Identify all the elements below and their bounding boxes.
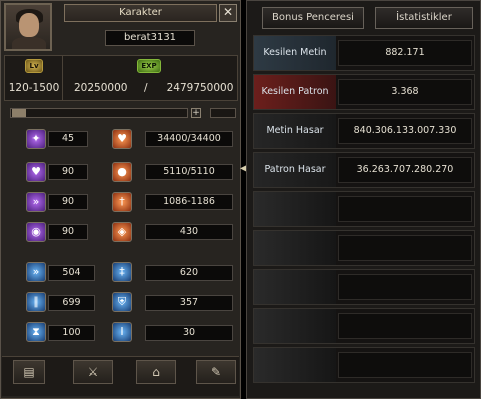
stat-cast-speed-value: 100 <box>48 325 95 341</box>
stat-move-speed-value: 699 <box>48 295 95 311</box>
tent-icon[interactable]: ⌂ <box>136 360 176 384</box>
dexterity-icon[interactable]: » <box>26 192 46 212</box>
portrait-face <box>19 13 39 37</box>
stat-row-value <box>338 235 472 261</box>
hourglass-icon: ⧗ <box>26 322 46 342</box>
exp-max: 2479750000 <box>166 82 234 94</box>
stat-defense-value: 430 <box>145 224 233 240</box>
intelligence-icon[interactable]: ◉ <box>26 222 46 242</box>
window-title[interactable]: Karakter <box>64 4 217 22</box>
evasion-icon: I <box>112 322 132 342</box>
stat-row-label <box>254 192 336 226</box>
quest-scroll-icon[interactable]: ✎ <box>196 360 236 384</box>
stat-row-label: Kesilen Metin <box>254 36 336 70</box>
stat-attack-value: 1086-1186 <box>145 194 233 210</box>
stat-sp-value: 5110/5110 <box>145 164 233 180</box>
stat-row-label: Metin Hasar <box>254 114 336 148</box>
stat-row-value: 36.263.707.280.270 <box>338 157 472 183</box>
add-stat-button[interactable]: + <box>191 108 201 118</box>
exp-separator: / <box>144 82 148 94</box>
heart-icon[interactable]: ♥ <box>26 162 46 182</box>
stat-row-label: Kesilen Patron <box>254 75 336 109</box>
stat-row-value <box>338 313 472 339</box>
stat-hp-value: 34400/34400 <box>145 131 233 147</box>
stat-magic-defense-value: 357 <box>145 295 233 311</box>
tab-bonus-window[interactable]: Bonus Penceresi <box>262 7 364 29</box>
magic-attack-icon: ‡ <box>112 262 132 282</box>
stat-row: Kesilen Patron 3.368 <box>253 74 475 110</box>
attack-speed-icon: » <box>26 262 46 282</box>
stat-row-label <box>254 309 336 343</box>
sp-icon: ● <box>112 162 132 182</box>
stat-row-empty <box>253 347 475 383</box>
character-name: berat3131 <box>105 30 195 46</box>
stat-point-bar[interactable] <box>10 108 188 118</box>
stat-row-empty <box>253 308 475 344</box>
defense-icon: ◈ <box>112 222 132 242</box>
stat-row-value <box>338 274 472 300</box>
tab-statistics[interactable]: İstatistikler <box>375 7 473 29</box>
hp-icon: ♥ <box>112 129 132 149</box>
stat-row: Metin Hasar 840.306.133.007.330 <box>253 113 475 149</box>
level-exp-divider <box>62 56 63 100</box>
stat-row-label <box>254 270 336 304</box>
strength-icon[interactable]: ✦ <box>26 129 46 149</box>
exp-icon: EXP <box>137 59 161 73</box>
exp-current: 20250000 <box>74 82 128 94</box>
stat-row: Patron Hasar 36.263.707.280.270 <box>253 152 475 188</box>
stat-intelligence-value: 90 <box>48 224 88 240</box>
stat-row-label: Patron Hasar <box>254 153 336 187</box>
stat-evasion-value: 30 <box>145 325 233 341</box>
stat-row-empty <box>253 191 475 227</box>
stat-row-empty <box>253 230 475 266</box>
stat-dexterity-value: 90 <box>48 194 88 210</box>
stat-row-label <box>254 348 336 382</box>
stat-attack-speed-value: 504 <box>48 265 95 281</box>
stat-vitality-value: 90 <box>48 164 88 180</box>
stat-row-value <box>338 352 472 378</box>
stat-point-bar-handle[interactable] <box>12 109 26 117</box>
stat-row-value <box>338 196 472 222</box>
stat-row-empty <box>253 269 475 305</box>
attack-icon: † <box>112 192 132 212</box>
stat-points-box <box>210 108 236 118</box>
level-value: 120-1500 <box>8 82 60 94</box>
crossed-swords-icon[interactable]: ⚔ <box>73 360 113 384</box>
portrait-body <box>12 37 46 49</box>
move-speed-icon: ∥ <box>26 292 46 312</box>
level-icon: Lv <box>25 59 43 73</box>
stat-magic-attack-value: 620 <box>145 265 233 281</box>
stat-row-label <box>254 231 336 265</box>
close-button[interactable]: ✕ <box>219 4 237 22</box>
stat-row-value: 840.306.133.007.330 <box>338 118 472 144</box>
character-portrait <box>4 3 52 51</box>
character-card-icon[interactable]: ▤ <box>13 360 45 384</box>
stat-strength-value: 45 <box>48 131 88 147</box>
magic-defense-icon: ⛨ <box>112 292 132 312</box>
stat-row-value: 882.171 <box>338 40 472 66</box>
stat-row: Kesilen Metin 882.171 <box>253 35 475 71</box>
stat-row-value: 3.368 <box>338 79 472 105</box>
